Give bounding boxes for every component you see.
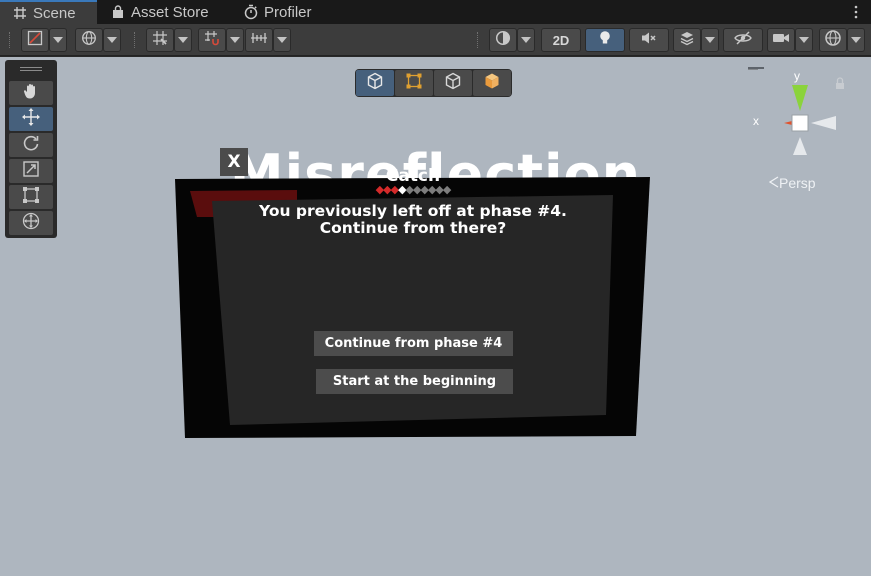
global-local-button[interactable] [75,28,103,52]
lighting-toggle-button[interactable] [585,28,625,52]
grid-snap-button[interactable] [146,28,174,52]
more-options-icon[interactable] [853,3,859,21]
grid-snap-dropdown[interactable] [174,28,192,52]
tab-asset-store[interactable]: Asset Store [110,0,209,24]
chevron-down-icon [521,37,531,43]
progress-diamond: ◆ [420,184,429,196]
hash-grid-icon [12,5,28,21]
chevron-down-icon [53,37,63,43]
bounding-box-icon [405,72,423,95]
lightbulb-icon [598,30,612,51]
toolbar-separator [477,32,479,48]
camera-settings-button[interactable] [767,28,795,52]
solid-tool-button[interactable] [473,70,511,96]
scene-viewport[interactable]: y x Persp Misreflection X Catch ◆◆◆◆◆◆◆◆… [0,57,871,576]
gizmos-button[interactable] [819,28,847,52]
gizmo-y-label: y [794,69,800,83]
view-options-toolbar [355,69,512,97]
progress-diamond: ◆ [383,184,392,196]
chevron-down-icon [178,37,188,43]
global-local-dropdown[interactable] [103,28,121,52]
speaker-muted-icon [640,30,658,51]
scene-visibility-button[interactable] [723,28,763,52]
tab-profiler[interactable]: Profiler [243,0,312,24]
shading-sphere-icon [495,30,511,51]
gizmo-lock-icon [836,77,844,89]
chevron-down-icon [799,37,809,43]
camera-settings-dropdown[interactable] [795,28,813,52]
effects-dropdown[interactable] [701,28,719,52]
tab-scene-label: Scene [33,4,76,22]
progress-diamond: ◆ [405,184,415,196]
view-tool-button[interactable] [9,81,53,105]
gizmo-x-label: x [753,114,759,128]
tab-scene[interactable]: Scene [0,0,97,24]
palette-grip-icon[interactable] [20,67,42,71]
dialog-message-line1: You previously left off at phase #4. [259,202,567,220]
increment-snap-dropdown[interactable] [226,28,244,52]
progress-diamond: ◆ [442,184,452,196]
layers-icon [679,30,695,51]
ruler-button[interactable] [245,28,273,52]
continue-button[interactable]: Continue from phase #4 [314,331,513,356]
video-camera-icon [772,31,790,50]
chevron-down-icon [277,37,287,43]
hand-icon [22,82,40,105]
draw-mode-icon [27,30,43,51]
globe-icon [81,30,97,51]
toggle-2d-button[interactable]: 2D [541,28,581,52]
progress-diamond: ◆ [435,184,444,196]
cube-outline-icon [366,72,384,95]
draw-mode-dropdown[interactable] [49,28,67,52]
component-tools-button[interactable] [356,70,394,96]
chevron-down-icon [851,37,861,43]
draw-mode-button[interactable] [21,28,49,52]
progress-diamond: ◆ [390,184,400,196]
dialog-message-line2: Continue from there? [319,219,507,237]
chevron-down-icon [705,37,715,43]
grid-snap-icon [152,30,168,51]
ruler-icon [250,31,268,50]
chevron-down-icon [230,37,240,43]
eye-hidden-icon [734,30,752,50]
transform-tool-button[interactable] [9,211,53,235]
cube-solid-icon [483,72,501,95]
move-arrows-icon [21,107,41,132]
effects-button[interactable] [673,28,701,52]
tab-profiler-label: Profiler [264,3,312,21]
magnet-grid-icon [204,30,220,51]
move-tool-button[interactable] [9,107,53,131]
mesh-tool-button[interactable] [434,70,472,96]
tab-asset-store-label: Asset Store [131,3,209,21]
toolbar-separator [134,32,136,48]
bounds-tool-button[interactable] [395,70,433,96]
chevron-down-icon [107,37,117,43]
restart-button[interactable]: Start at the beginning [316,369,513,394]
window-tab-bar: Scene Asset Store Profiler [0,0,871,24]
cube-wire-icon [444,72,462,95]
toolbar-grip [9,32,11,48]
ruler-dropdown[interactable] [273,28,291,52]
audio-toggle-button[interactable] [629,28,669,52]
progress-diamond: ◆ [398,184,407,196]
gizmo-sphere-icon [824,29,842,52]
shading-mode-button[interactable] [489,28,517,52]
shading-mode-dropdown[interactable] [517,28,535,52]
shopping-bag-icon [110,4,126,20]
transform-all-icon [21,211,41,236]
dialog-message: You previously left off at phase #4. Con… [213,203,613,237]
stopwatch-icon [243,4,259,20]
progress-diamond: ◆ [375,184,385,196]
phase-progress-indicator: ◆◆◆◆◆◆◆◆◆◆ [213,183,613,196]
toggle-2d-label: 2D [552,32,570,48]
scene-toolbar: 2D [0,24,871,56]
gizmos-dropdown[interactable] [847,28,865,52]
increment-snap-button[interactable] [198,28,226,52]
